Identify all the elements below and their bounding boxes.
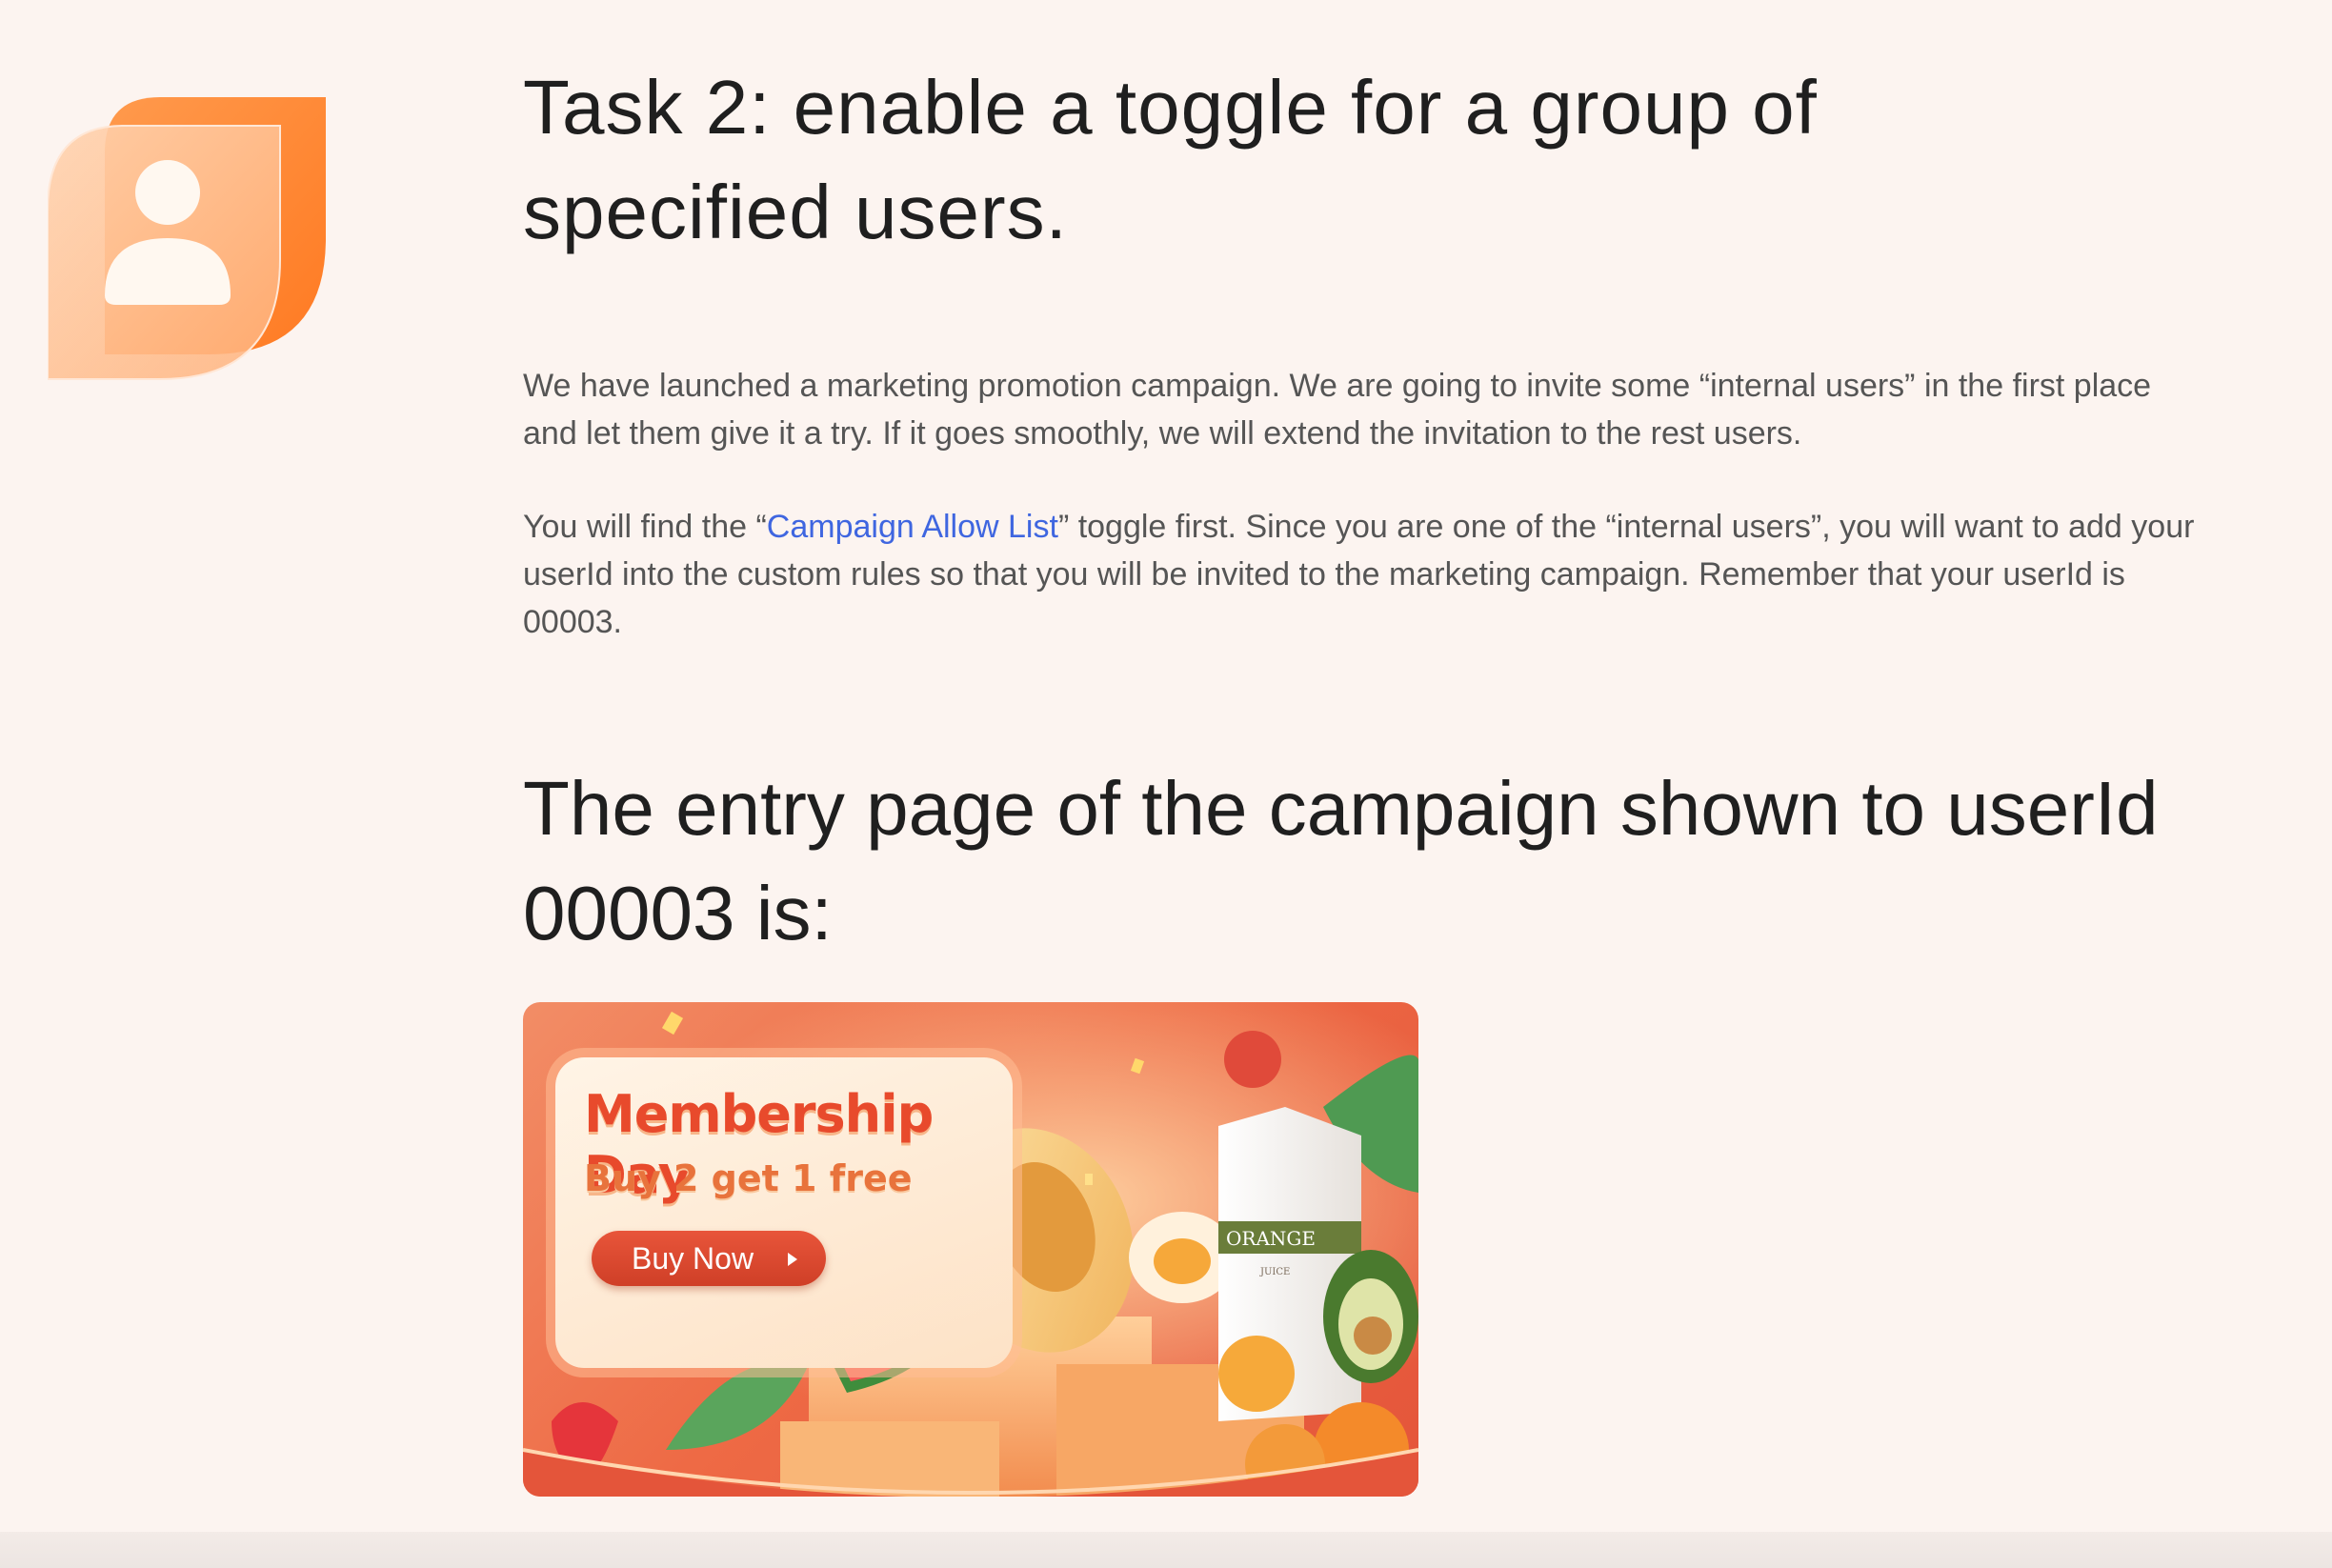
task-title: Task 2: enable a toggle for a group of s…: [523, 65, 1818, 254]
buy-now-label: Buy Now: [632, 1241, 754, 1276]
juice-brand-label: ORANGE: [1226, 1227, 1316, 1250]
buy-now-button[interactable]: Buy Now: [592, 1231, 826, 1286]
campaign-allow-list-link[interactable]: Campaign Allow List: [767, 509, 1058, 545]
user-icon: [48, 95, 333, 386]
entry-page-title: The entry page of the campaign shown to …: [523, 766, 2159, 955]
caret-right-icon: [788, 1253, 797, 1266]
page: Task 2: enable a toggle for a group of s…: [0, 0, 2332, 1568]
bottom-edge: [0, 1532, 2332, 1568]
instruction-paragraph: You will find the “Campaign Allow List” …: [523, 503, 2200, 646]
campaign-banner: ORANGE JUICE Membership Day Buy 2 get 1 …: [523, 1002, 1418, 1497]
promo-subtitle: Buy 2 get 1 free: [584, 1157, 913, 1199]
promo-card: Membership Day Buy 2 get 1 free Buy Now: [555, 1057, 1013, 1368]
instruction-text-before: You will find the “: [523, 509, 767, 545]
juice-sub-label: JUICE: [1259, 1267, 1290, 1277]
main-content: Task 2: enable a toggle for a group of s…: [523, 55, 2200, 966]
intro-paragraph: We have launched a marketing promotion c…: [523, 368, 2152, 452]
